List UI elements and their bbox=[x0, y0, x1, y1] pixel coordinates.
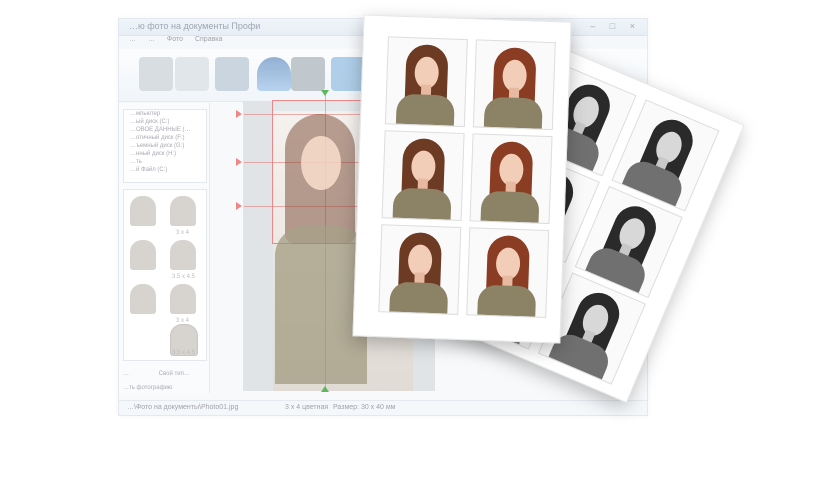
own-type-button[interactable]: Свой тип… bbox=[159, 371, 190, 377]
document-type-gallery: 3 x 4 3.5 x 4.5 3 x 4 3.5 x 4.5 bbox=[123, 189, 207, 361]
guide-handle-icon[interactable] bbox=[321, 90, 329, 96]
type-label: 3 x 4 bbox=[176, 230, 190, 236]
type-thumbnail[interactable] bbox=[130, 240, 156, 270]
type-label: 3.5 x 4.5 bbox=[172, 274, 196, 280]
type-thumbnail[interactable] bbox=[170, 196, 196, 226]
print-sheet-color bbox=[352, 14, 572, 344]
left-panel: …мпьютер …ый диск (C:) …ОВОЕ ДАННЫЕ (… …… bbox=[119, 103, 210, 393]
menu-item[interactable]: Справка bbox=[195, 36, 222, 43]
file-open-icon[interactable] bbox=[139, 57, 173, 91]
status-size: Размер: 30 x 40 мм bbox=[333, 404, 396, 411]
print-icon[interactable] bbox=[215, 57, 249, 91]
source-portrait bbox=[275, 114, 367, 384]
guide-handle-icon[interactable] bbox=[236, 110, 242, 118]
folder-tree[interactable]: …мпьютер …ый диск (C:) …ОВОЕ ДАННЫЕ (… …… bbox=[123, 109, 207, 183]
color-photo bbox=[466, 227, 550, 319]
guide-handle-icon[interactable] bbox=[236, 202, 242, 210]
tree-item[interactable]: …нный диск (H:) bbox=[130, 150, 206, 158]
save-photo-button[interactable]: …ть фотографию bbox=[123, 385, 205, 391]
window-title: …ю фото на документы Профи bbox=[129, 21, 261, 31]
camera-icon[interactable] bbox=[291, 57, 325, 91]
prev-button[interactable]: … bbox=[123, 371, 129, 377]
slideshow-icon[interactable] bbox=[331, 57, 365, 91]
type-thumbnail[interactable] bbox=[170, 284, 196, 314]
left-buttons: … Свой тип… …ть фотографию bbox=[123, 371, 205, 391]
person-icon[interactable] bbox=[257, 57, 291, 91]
menu-item[interactable]: … bbox=[148, 36, 155, 43]
color-photo bbox=[384, 36, 468, 128]
status-bar: …\Фото на документы\Photo01.jpg 3 x 4 цв… bbox=[119, 400, 647, 415]
guide-handle-icon[interactable] bbox=[236, 158, 242, 166]
tree-item[interactable]: …й Файл (C:) bbox=[130, 166, 206, 174]
color-photo bbox=[381, 130, 465, 222]
type-thumbnail[interactable] bbox=[170, 240, 196, 270]
menu-item[interactable]: Фото bbox=[167, 36, 183, 43]
scanner-icon[interactable] bbox=[175, 57, 209, 91]
tree-item[interactable]: …ъемный диск (G:) bbox=[130, 142, 206, 150]
type-thumbnail[interactable] bbox=[130, 196, 156, 226]
type-label: 3.5 x 4.5 bbox=[172, 350, 196, 356]
color-photo bbox=[378, 224, 462, 315]
menu-item[interactable]: … bbox=[129, 36, 136, 43]
tree-item[interactable]: …ОВОЕ ДАННЫЕ (… bbox=[130, 126, 206, 134]
tree-item[interactable]: …мпьютер bbox=[130, 110, 206, 118]
tree-item[interactable]: …ть bbox=[130, 158, 206, 166]
type-thumbnail[interactable] bbox=[130, 284, 156, 314]
tree-item[interactable]: …ый диск (C:) bbox=[130, 118, 206, 126]
guide-handle-icon[interactable] bbox=[321, 386, 329, 392]
window-controls[interactable]: – □ × bbox=[590, 21, 641, 31]
color-photo bbox=[472, 39, 556, 131]
color-photo bbox=[469, 133, 553, 225]
status-path: …\Фото на документы\Photo01.jpg bbox=[127, 404, 239, 411]
status-format: 3 x 4 цветная bbox=[285, 404, 329, 411]
tree-item[interactable]: …отичный диск (F:) bbox=[130, 134, 206, 142]
